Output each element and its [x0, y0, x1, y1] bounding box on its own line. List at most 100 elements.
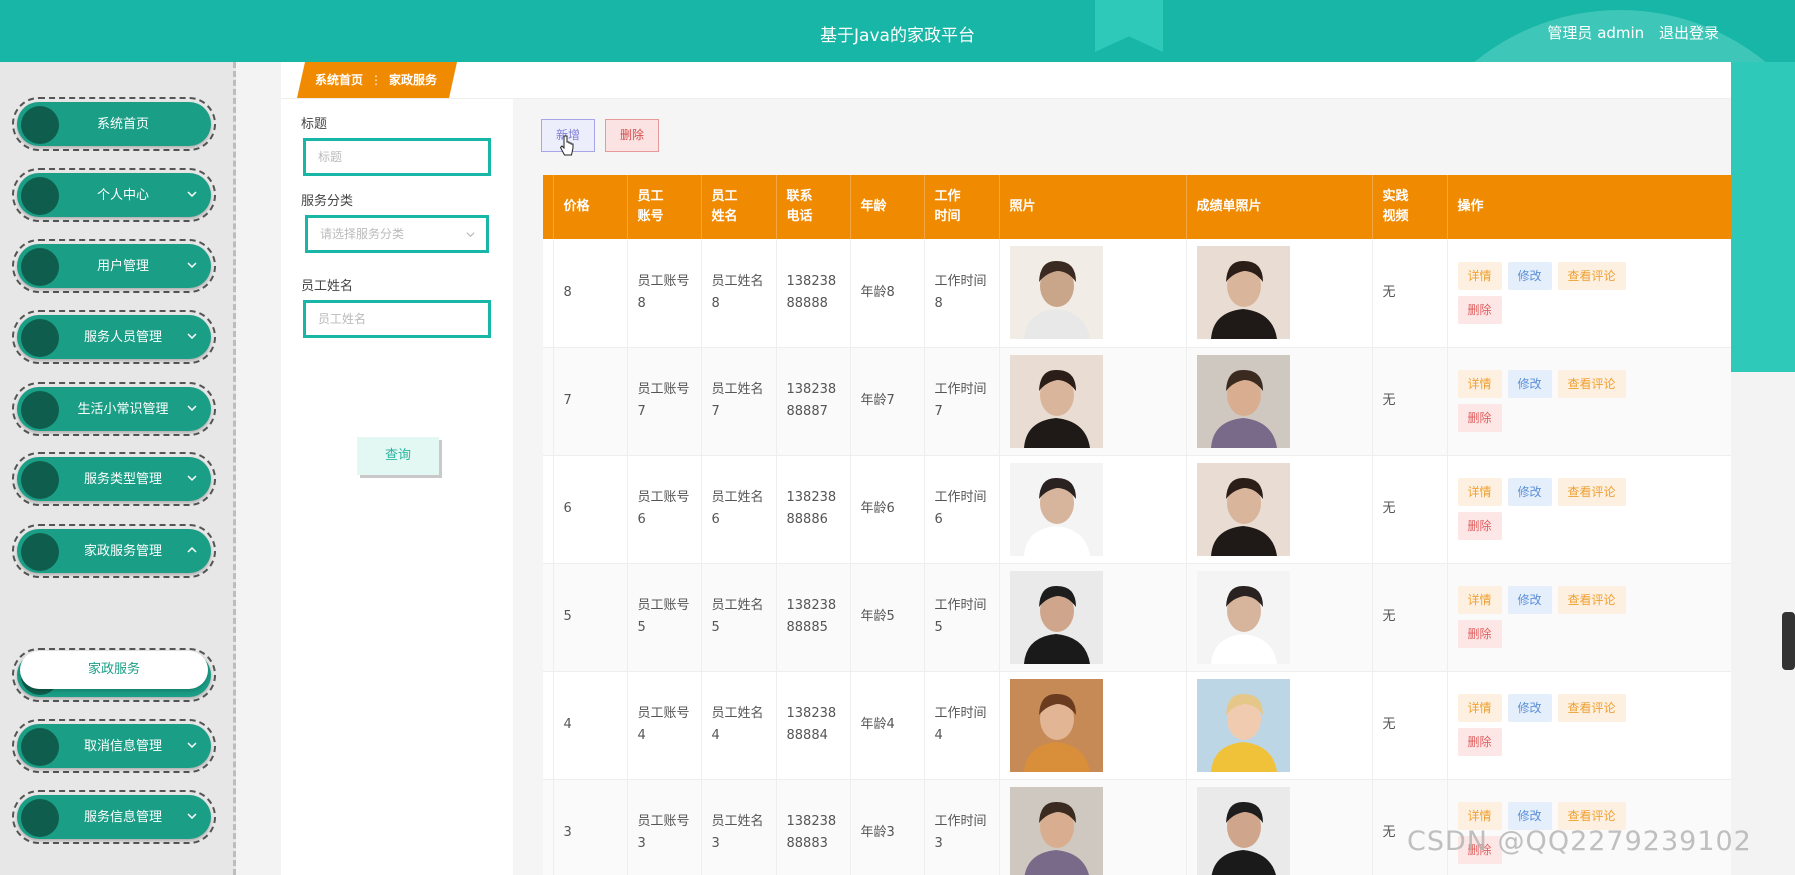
- detail-button[interactable]: 详情: [1457, 586, 1502, 614]
- sidebar-item-pill: 服务信息管理: [17, 795, 211, 839]
- photo-thumbnail[interactable]: [1009, 462, 1103, 556]
- edit-button[interactable]: 修改: [1507, 586, 1552, 614]
- sidebar-item-2[interactable]: 个人中心: [12, 168, 216, 222]
- category-label: 服务分类: [301, 194, 354, 209]
- breadcrumb-home[interactable]: 系统首页: [315, 73, 363, 87]
- practice-video-cell: 无: [1372, 563, 1448, 672]
- table-header-cell: 操作: [1447, 175, 1731, 239]
- actions-cell: 详情 修改 查看评论删除: [1447, 239, 1731, 348]
- transcript-photo-cell: [1186, 347, 1373, 456]
- sidebar-item-label: 系统首页: [96, 117, 149, 132]
- sidebar-subitem-housekeeping-service[interactable]: 家政服务: [20, 651, 208, 689]
- name-cell: 员工姓名4: [701, 671, 777, 780]
- detail-button[interactable]: 详情: [1457, 261, 1502, 290]
- query-button[interactable]: 查询: [357, 437, 439, 475]
- photo-thumbnail[interactable]: [1009, 678, 1103, 772]
- view-comments-button[interactable]: 查看评论: [1557, 586, 1626, 614]
- phone-cell: 13823888888: [776, 239, 851, 348]
- work-time-cell: 工作时间8: [924, 239, 1000, 348]
- view-comments-button[interactable]: 查看评论: [1557, 370, 1626, 398]
- scrollbar-thumb[interactable]: [1782, 612, 1795, 670]
- age-cell: 年龄3: [850, 779, 925, 875]
- category-select-placeholder: 请选择服务分类: [320, 227, 405, 241]
- logout-link[interactable]: 退出登录: [1659, 24, 1719, 42]
- photo-thumbnail[interactable]: [1009, 246, 1103, 340]
- sidebar-item-pill: 服务人员管理: [17, 315, 211, 359]
- title-label: 标题: [301, 117, 328, 132]
- edit-button[interactable]: 修改: [1507, 370, 1552, 398]
- title-input[interactable]: 标题: [303, 138, 491, 176]
- detail-button[interactable]: 详情: [1457, 478, 1502, 506]
- photo-thumbnail[interactable]: [1196, 678, 1290, 772]
- batch-delete-button[interactable]: 删除: [605, 119, 659, 152]
- sidebar-item-3[interactable]: 用户管理: [12, 239, 216, 293]
- table-header-cell: 照片: [999, 175, 1187, 239]
- price-cell: 7: [553, 347, 628, 456]
- edit-button[interactable]: 修改: [1507, 261, 1552, 290]
- photo-thumbnail[interactable]: [1196, 570, 1290, 664]
- price-cell: 5: [553, 563, 628, 672]
- sidebar-item-1[interactable]: 系统首页: [12, 97, 216, 151]
- delete-button[interactable]: 删除: [1457, 620, 1502, 648]
- filter-panel: 标题 标题 服务分类 请选择服务分类 员工姓名 员工姓名 查询: [281, 99, 513, 875]
- admin-label: 管理员 admin: [1547, 24, 1645, 42]
- age-cell: 年龄8: [850, 239, 925, 348]
- breadcrumb-current: 家政服务: [389, 73, 438, 87]
- sidebar-item-9[interactable]: 取消信息管理: [12, 719, 216, 773]
- sidebar-item-7[interactable]: 家政服务管理: [12, 524, 216, 578]
- practice-video-cell: 无: [1372, 239, 1448, 348]
- photo-cell: [999, 239, 1187, 348]
- price-cell: 4: [553, 671, 628, 780]
- name-cell: 员工姓名7: [701, 347, 777, 456]
- detail-button[interactable]: 详情: [1457, 370, 1502, 398]
- sidebar-item-label: 服务人员管理: [83, 330, 162, 345]
- breadcrumb: 系统首页 ⋮ 家政服务: [297, 62, 457, 98]
- delete-button[interactable]: 删除: [1457, 404, 1502, 432]
- transcript-photo-cell: [1186, 239, 1373, 348]
- table-row: 4 员工账号4 员工姓名4 13823888884 年龄4 工作时间4 无详情 修改 查看评论删…: [543, 671, 1731, 780]
- name-cell: 员工姓名5: [701, 563, 777, 672]
- view-comments-button[interactable]: 查看评论: [1557, 694, 1626, 722]
- table-row: 8 员工账号8 员工姓名8 13823888888 年龄8 工作时间8 无详情 修改 查看评论删…: [543, 239, 1731, 348]
- detail-button[interactable]: 详情: [1457, 694, 1502, 722]
- edit-button[interactable]: 修改: [1507, 478, 1552, 506]
- table-row: 5 员工账号5 员工姓名5 13823888885 年龄5 工作时间5 无详情 修改 查看评论删…: [543, 563, 1731, 672]
- chevron-down-icon: [187, 742, 197, 749]
- account-cell: 员工账号5: [627, 563, 702, 672]
- sidebar-item-pill: 家政服务管理: [17, 529, 211, 573]
- photo-thumbnail[interactable]: [1196, 786, 1290, 875]
- name-cell: 员工姓名8: [701, 239, 777, 348]
- category-select[interactable]: 请选择服务分类: [305, 215, 489, 253]
- sidebar-item-5[interactable]: 生活小常识管理: [12, 382, 216, 436]
- sidebar-item-10[interactable]: 服务信息管理: [12, 790, 216, 844]
- photo-thumbnail[interactable]: [1196, 354, 1290, 448]
- age-cell: 年龄7: [850, 347, 925, 456]
- phone-cell: 13823888886: [776, 455, 851, 564]
- photo-thumbnail[interactable]: [1009, 786, 1103, 875]
- delete-button[interactable]: 删除: [1457, 295, 1502, 324]
- delete-button[interactable]: 删除: [1457, 728, 1502, 756]
- age-cell: 年龄5: [850, 563, 925, 672]
- transcript-photo-cell: [1186, 563, 1373, 672]
- photo-thumbnail[interactable]: [1196, 246, 1290, 340]
- account-cell: 员工账号8: [627, 239, 702, 348]
- sidebar-item-pill: 系统首页: [17, 102, 211, 146]
- photo-thumbnail[interactable]: [1009, 354, 1103, 448]
- photo-thumbnail[interactable]: [1009, 570, 1103, 664]
- service-table: 价格 员工 账号 员工 姓名 联系 电话 年龄 工作 时间 照片 成绩单照片 实践 视频 操作 8 员工账号8…: [543, 175, 1731, 875]
- table-row-spacer: [543, 239, 554, 348]
- account-cell: 员工账号6: [627, 455, 702, 564]
- edit-button[interactable]: 修改: [1507, 694, 1552, 722]
- view-comments-button[interactable]: 查看评论: [1557, 478, 1626, 506]
- table-header-row: 价格 员工 账号 员工 姓名 联系 电话 年龄 工作 时间 照片 成绩单照片 实践 视频 操作: [543, 175, 1731, 239]
- name-label: 员工姓名: [301, 279, 354, 294]
- sidebar-item-4[interactable]: 服务人员管理: [12, 310, 216, 364]
- photo-thumbnail[interactable]: [1196, 462, 1290, 556]
- table-header-cell: 成绩单照片: [1186, 175, 1373, 239]
- name-input[interactable]: 员工姓名: [303, 300, 491, 338]
- age-cell: 年龄4: [850, 671, 925, 780]
- actions-cell: 详情 修改 查看评论删除: [1447, 347, 1731, 456]
- delete-button[interactable]: 删除: [1457, 512, 1502, 540]
- view-comments-button[interactable]: 查看评论: [1557, 261, 1626, 290]
- sidebar-item-6[interactable]: 服务类型管理: [12, 452, 216, 506]
